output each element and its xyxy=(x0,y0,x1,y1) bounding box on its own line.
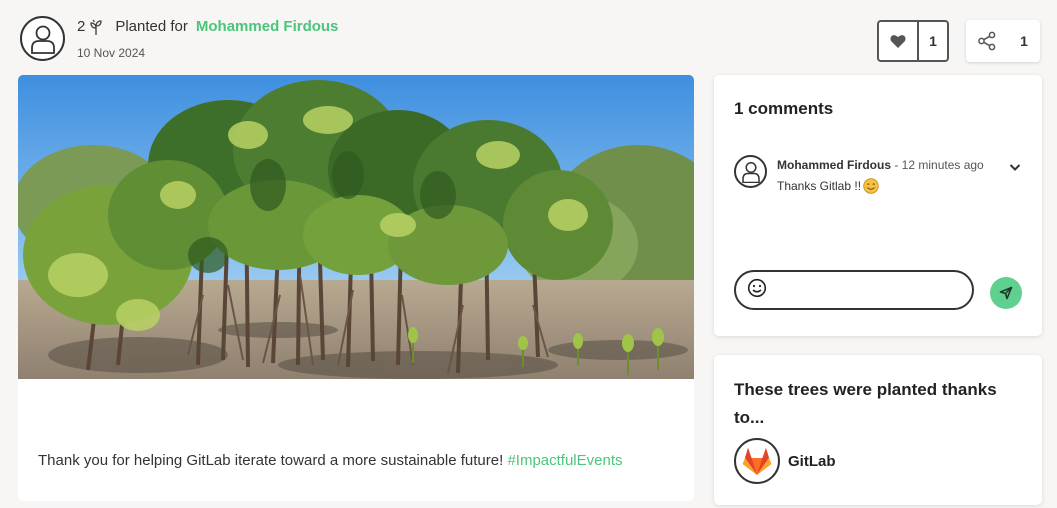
like-count: 1 xyxy=(929,33,937,49)
tree-count: 2 xyxy=(77,18,86,35)
comments-title: 1 comments xyxy=(734,99,834,118)
send-button[interactable] xyxy=(990,277,1022,309)
sprout-icon xyxy=(89,19,103,35)
planted-for-label: Planted for xyxy=(115,18,188,35)
share-button[interactable]: 1 xyxy=(966,20,1040,62)
hashtag-link[interactable]: #ImpactfulEvents xyxy=(507,452,622,469)
mangrove-trees-photo[interactable] xyxy=(18,75,694,379)
planted-info: 2 Planted for Mohammed Firdous xyxy=(77,18,338,35)
emoji-icon[interactable] xyxy=(747,278,767,303)
user-icon xyxy=(741,161,760,183)
comment-input[interactable] xyxy=(734,270,974,310)
gitlab-logo[interactable] xyxy=(734,438,780,484)
post-header: 2 Planted for Mohammed Firdous 10 Nov 20… xyxy=(20,15,1050,63)
comment-author[interactable]: Mohammed Firdous xyxy=(777,158,891,172)
user-icon xyxy=(30,25,55,54)
chevron-down-icon[interactable] xyxy=(1008,160,1022,179)
comment-text: Thanks Gitlab !! xyxy=(777,179,862,193)
sponsor-title: These trees were planted thanks to... xyxy=(734,380,997,427)
share-count: 1 xyxy=(1020,33,1028,49)
smiling-face-icon xyxy=(863,178,879,194)
send-icon xyxy=(999,286,1013,300)
user-avatar[interactable] xyxy=(20,16,65,61)
post-card: Thank you for helping GitLab iterate tow… xyxy=(18,75,694,501)
post-date: 10 Nov 2024 xyxy=(77,46,146,60)
comment-time: - 12 minutes ago xyxy=(891,158,984,172)
share-icon xyxy=(966,31,1008,51)
comment-body: Thanks Gitlab !! xyxy=(777,178,879,194)
comment-avatar[interactable] xyxy=(734,155,767,188)
like-button[interactable]: 1 xyxy=(877,20,949,62)
sponsor-name[interactable]: GitLab xyxy=(788,453,836,470)
sponsor-card: These trees were planted thanks to... Gi… xyxy=(714,355,1042,505)
heart-icon[interactable] xyxy=(879,22,919,60)
comments-card: 1 comments Mohammed Firdous - 12 minutes… xyxy=(714,75,1042,336)
recipient-link[interactable]: Mohammed Firdous xyxy=(196,18,339,35)
comment-header: Mohammed Firdous - 12 minutes ago xyxy=(777,158,984,172)
caption-text: Thank you for helping GitLab iterate tow… xyxy=(38,452,508,469)
post-caption: Thank you for helping GitLab iterate tow… xyxy=(38,452,623,469)
